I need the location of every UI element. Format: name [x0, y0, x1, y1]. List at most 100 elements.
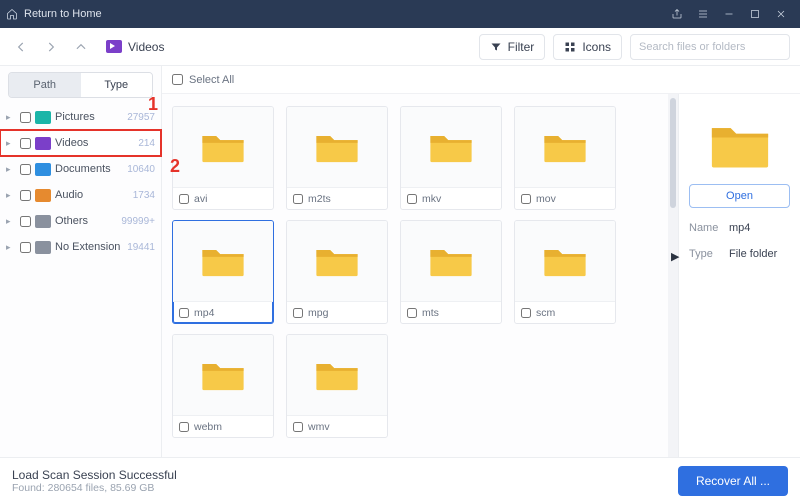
- details-panel: ▶ Open Name mp4 Type File folder: [678, 94, 800, 457]
- folder-card-mp4[interactable]: mp4: [172, 220, 274, 324]
- scrollbar-thumb[interactable]: [670, 98, 676, 208]
- category-label: Documents: [55, 163, 123, 175]
- view-mode-label: Icons: [582, 40, 611, 54]
- folder-label-bar: m2ts: [287, 187, 387, 209]
- detail-row-name: Name mp4: [689, 222, 790, 234]
- folder-card-webm[interactable]: webm: [172, 334, 274, 438]
- folder-thumb: [401, 107, 501, 187]
- folder-card-mov[interactable]: mov: [514, 106, 616, 210]
- folder-card-scm[interactable]: scm: [514, 220, 616, 324]
- nav-up-button[interactable]: [70, 36, 92, 58]
- tab-path[interactable]: Path: [9, 73, 81, 97]
- titlebar: Return to Home: [0, 0, 800, 28]
- sidebar-item-no-extension[interactable]: ▸No Extension19441: [0, 234, 161, 260]
- filter-icon: [490, 41, 502, 53]
- collapse-handle-icon[interactable]: ▶: [671, 250, 679, 263]
- return-home-button[interactable]: Return to Home: [6, 8, 102, 20]
- category-checkbox[interactable]: [20, 138, 31, 149]
- share-button[interactable]: [664, 1, 690, 27]
- menu-button[interactable]: [690, 1, 716, 27]
- folder-name: webm: [194, 421, 222, 433]
- folder-label-bar: mts: [401, 301, 501, 323]
- minimize-icon: [723, 8, 735, 20]
- folder-checkbox[interactable]: [521, 308, 531, 318]
- open-button[interactable]: Open: [689, 184, 790, 208]
- category-count: 214: [138, 138, 155, 149]
- folder-name: mp4: [194, 307, 214, 319]
- folder-card-mpg[interactable]: mpg: [286, 220, 388, 324]
- sidebar-item-videos[interactable]: ▸Videos214: [0, 130, 161, 156]
- folder-checkbox[interactable]: [293, 308, 303, 318]
- category-checkbox[interactable]: [20, 242, 31, 253]
- category-checkbox[interactable]: [20, 190, 31, 201]
- folder-name: m2ts: [308, 193, 331, 205]
- folder-card-m2ts[interactable]: m2ts: [286, 106, 388, 210]
- folder-checkbox[interactable]: [293, 422, 303, 432]
- category-checkbox[interactable]: [20, 216, 31, 227]
- category-count: 1734: [133, 190, 155, 201]
- folder-checkbox[interactable]: [179, 194, 189, 204]
- status-title: Load Scan Session Successful: [12, 468, 177, 482]
- folder-card-wmv[interactable]: wmv: [286, 334, 388, 438]
- folder-card-mkv[interactable]: mkv: [400, 106, 502, 210]
- search-box[interactable]: [630, 34, 790, 60]
- close-icon: [775, 8, 787, 20]
- sidebar-item-documents[interactable]: ▸Documents10640: [0, 156, 161, 182]
- folder-checkbox[interactable]: [407, 308, 417, 318]
- folder-icon: [543, 129, 587, 165]
- chevron-right-icon: ▸: [6, 216, 16, 227]
- folder-checkbox[interactable]: [179, 308, 189, 318]
- select-all-checkbox[interactable]: [172, 74, 183, 85]
- view-mode-button[interactable]: Icons: [553, 34, 622, 60]
- folder-checkbox[interactable]: [521, 194, 531, 204]
- category-checkbox[interactable]: [20, 112, 31, 123]
- folder-icon: [429, 129, 473, 165]
- folder-icon: [201, 357, 245, 393]
- toolbar: Videos Filter Icons: [0, 28, 800, 66]
- category-checkbox[interactable]: [20, 164, 31, 175]
- breadcrumb[interactable]: Videos: [106, 40, 164, 54]
- window-close-button[interactable]: [768, 1, 794, 27]
- window-maximize-button[interactable]: [742, 1, 768, 27]
- folder-name: mov: [536, 193, 556, 205]
- folder-label-bar: mp4: [173, 301, 273, 323]
- folder-name: mkv: [422, 193, 441, 205]
- sidebar-item-pictures[interactable]: ▸Pictures27957: [0, 104, 161, 130]
- folder-icon: [201, 129, 245, 165]
- category-icon: [35, 215, 51, 228]
- folder-icon: [201, 243, 245, 279]
- folder-card-mts[interactable]: mts: [400, 220, 502, 324]
- folder-thumb: [401, 221, 501, 301]
- tab-type[interactable]: Type: [81, 73, 153, 97]
- folder-thumb: [173, 107, 273, 187]
- folder-card-avi[interactable]: avi: [172, 106, 274, 210]
- annotation-one: 1: [148, 94, 158, 115]
- filter-button[interactable]: Filter: [479, 34, 546, 60]
- sidebar-item-others[interactable]: ▸Others99999+: [0, 208, 161, 234]
- folder-name: avi: [194, 193, 207, 205]
- select-all-label: Select All: [189, 74, 234, 86]
- folder-checkbox[interactable]: [293, 194, 303, 204]
- folder-checkbox[interactable]: [407, 194, 417, 204]
- folder-checkbox[interactable]: [179, 422, 189, 432]
- nav-forward-button[interactable]: [40, 36, 62, 58]
- category-label: Pictures: [55, 111, 123, 123]
- folder-thumb: [287, 107, 387, 187]
- grid-icon: [564, 41, 576, 53]
- window-minimize-button[interactable]: [716, 1, 742, 27]
- folder-name: scm: [536, 307, 555, 319]
- category-label: Videos: [55, 137, 134, 149]
- folder-label-bar: scm: [515, 301, 615, 323]
- nav-back-button[interactable]: [10, 36, 32, 58]
- sidebar-item-audio[interactable]: ▸Audio1734: [0, 182, 161, 208]
- arrow-up-icon: [74, 40, 88, 54]
- folder-label-bar: mkv: [401, 187, 501, 209]
- videos-icon: [106, 40, 122, 53]
- recover-all-button[interactable]: Recover All ...: [678, 466, 788, 496]
- scrollbar[interactable]: [668, 94, 678, 457]
- category-list: ▸Pictures27957▸Videos214▸Documents10640▸…: [0, 102, 161, 262]
- sidebar: 1 Path Type ▸Pictures27957 ▸ Videos 214 ▸Doc…: [0, 66, 162, 457]
- category-icon: [35, 163, 51, 176]
- sidebar-tabs: Path Type: [8, 72, 153, 98]
- search-input[interactable]: [639, 41, 781, 53]
